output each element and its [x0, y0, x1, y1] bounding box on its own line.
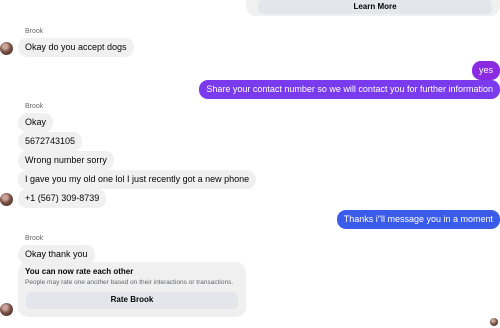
rating-card-title: You can now rate each other [25, 267, 134, 276]
sender-name: Brook [25, 28, 44, 35]
learn-more-button[interactable]: Learn More [258, 0, 492, 14]
avatar[interactable] [0, 42, 13, 55]
incoming-message[interactable]: 5672743105 [18, 132, 83, 151]
sender-name: Brook [25, 235, 44, 242]
incoming-message[interactable]: Okay [18, 113, 54, 132]
outgoing-message[interactable]: Thanks i"ll message you in a moment [336, 210, 500, 229]
incoming-message[interactable]: Wrong number sorry [18, 151, 114, 170]
incoming-message[interactable]: Okay do you accept dogs [18, 38, 134, 57]
outgoing-message[interactable]: yes [471, 61, 500, 80]
rating-card-subtitle: People may rate one another based on the… [25, 279, 234, 286]
read-receipt-avatar-icon [490, 318, 498, 326]
rating-card: You can now rate each other People may r… [18, 262, 246, 317]
avatar[interactable] [0, 303, 13, 316]
outgoing-message[interactable]: Share your contact number so we will con… [199, 80, 500, 99]
rate-brook-button[interactable]: Rate Brook [26, 292, 238, 309]
incoming-message[interactable]: +1 (567) 309-8739 [18, 189, 107, 208]
avatar[interactable] [0, 193, 13, 206]
incoming-message[interactable]: I gave you my old one lol I just recentl… [18, 170, 257, 189]
sender-name: Brook [25, 103, 44, 110]
